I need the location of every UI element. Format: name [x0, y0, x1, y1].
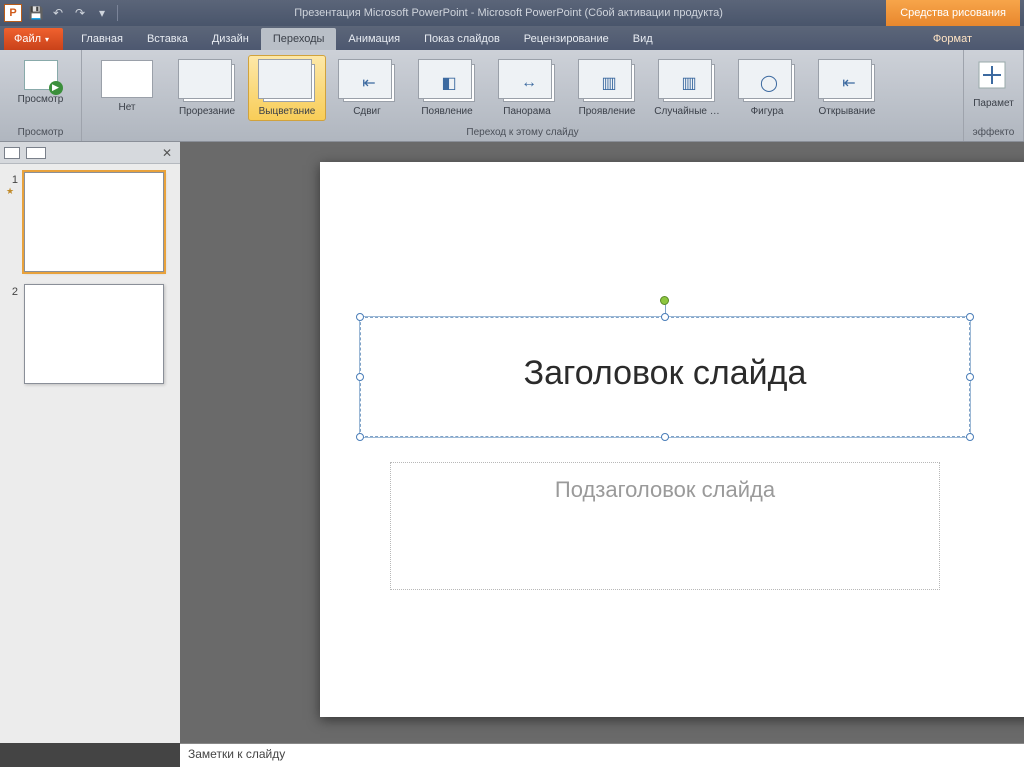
transition-none-icon: [101, 60, 153, 98]
resize-handle-ne[interactable]: [966, 313, 974, 321]
tab-transitions[interactable]: Переходы: [261, 28, 337, 50]
thumb-meta: 1 ★: [6, 172, 18, 272]
transition-fade[interactable]: Выцветание: [248, 55, 326, 121]
resize-handle-sw[interactable]: [356, 433, 364, 441]
window-title: Презентация Microsoft PowerPoint - Micro…: [131, 7, 886, 19]
transition-random[interactable]: ▥ Случайные …: [648, 55, 726, 121]
thumb-row: 1 ★: [6, 172, 174, 272]
transition-random-icon: ▥: [663, 64, 715, 102]
slide-canvas-area[interactable]: Заголовок слайда Подзаголовок слайда: [180, 142, 1024, 743]
slides-tab-icon[interactable]: [4, 147, 20, 159]
slide-thumbnail-1[interactable]: [24, 172, 164, 272]
transition-none[interactable]: Нет: [88, 55, 166, 121]
tab-format[interactable]: Формат: [921, 28, 984, 50]
transition-wipe-icon: ◧: [423, 64, 475, 102]
slide-thumbnails: 1 ★ 2: [0, 164, 180, 743]
transition-label: Панорама: [503, 106, 550, 117]
transition-label: Выцветание: [259, 106, 316, 117]
qat-dropdown-icon[interactable]: ▾: [92, 3, 112, 23]
resize-handle-n[interactable]: [661, 313, 669, 321]
rotation-handle[interactable]: [660, 296, 669, 305]
thumb-row: 2: [6, 284, 174, 384]
transition-push-icon: ⇤: [343, 64, 395, 102]
transition-shape-icon: ◯: [743, 64, 795, 102]
save-icon[interactable]: 💾: [26, 3, 46, 23]
effect-options-icon: [977, 60, 1011, 94]
transition-label: Сдвиг: [353, 106, 381, 117]
group-transitions-label: Переход к этому слайду: [82, 125, 963, 141]
group-transitions: Нет Прорезание Выцветание ⇤ Сдвиг ◧ Появ…: [82, 50, 964, 141]
group-preview-label: Просмотр: [0, 125, 81, 141]
tab-slideshow[interactable]: Показ слайдов: [412, 28, 512, 50]
resize-handle-s[interactable]: [661, 433, 669, 441]
ribbon: Просмотр Просмотр Нет Прорезание Выцвета…: [0, 50, 1024, 142]
group-effect-options: Парамет эффекто: [964, 50, 1024, 141]
subtitle-placeholder-text[interactable]: Подзаголовок слайда: [391, 463, 939, 503]
transition-cut-icon: [183, 64, 235, 102]
title-bar: P 💾 ↶ ↷ ▾ Презентация Microsoft PowerPoi…: [0, 0, 1024, 26]
tab-view[interactable]: Вид: [621, 28, 665, 50]
transition-label: Фигура: [751, 106, 784, 117]
resize-handle-se[interactable]: [966, 433, 974, 441]
transition-label: Нет: [118, 102, 135, 113]
resize-handle-e[interactable]: [966, 373, 974, 381]
slide-canvas[interactable]: Заголовок слайда Подзаголовок слайда: [320, 162, 1024, 717]
transition-uncover-icon: ⇤: [823, 64, 875, 102]
tab-insert[interactable]: Вставка: [135, 28, 200, 50]
file-tab[interactable]: Файл: [4, 28, 63, 50]
subtitle-textbox[interactable]: Подзаголовок слайда: [390, 462, 940, 590]
tab-design[interactable]: Дизайн: [200, 28, 261, 50]
slides-panel: ✕ 1 ★ 2: [0, 142, 180, 743]
transition-reveal[interactable]: ▥ Проявление: [568, 55, 646, 121]
transition-label: Проявление: [579, 106, 636, 117]
title-textbox[interactable]: Заголовок слайда: [360, 317, 970, 437]
selection-border: [359, 316, 971, 438]
resize-handle-nw[interactable]: [356, 313, 364, 321]
transition-label: Прорезание: [179, 106, 235, 117]
transition-star-icon: ★: [6, 186, 18, 197]
transition-label: Открывание: [819, 106, 876, 117]
outline-tab-icon[interactable]: [26, 147, 46, 159]
separator: [117, 5, 118, 21]
transition-reveal-icon: ▥: [583, 64, 635, 102]
quick-access-toolbar: 💾 ↶ ↷ ▾: [26, 3, 121, 23]
close-panel-icon[interactable]: ✕: [158, 146, 176, 160]
group-preview: Просмотр Просмотр: [0, 50, 82, 141]
transition-wipe[interactable]: ◧ Появление: [408, 55, 486, 121]
transition-split-icon: ↔: [503, 64, 555, 102]
transition-label: Случайные …: [654, 106, 719, 117]
slide-number: 2: [6, 284, 18, 384]
slide-number: 1: [6, 172, 18, 186]
preview-button[interactable]: Просмотр: [6, 55, 75, 121]
workspace: ✕ 1 ★ 2: [0, 142, 1024, 743]
transition-uncover[interactable]: ⇤ Открывание: [808, 55, 886, 121]
undo-icon[interactable]: ↶: [48, 3, 68, 23]
transition-split[interactable]: ↔ Панорама: [488, 55, 566, 121]
transition-shape[interactable]: ◯ Фигура: [728, 55, 806, 121]
panel-tabs: ✕: [0, 142, 180, 164]
preview-label: Просмотр: [18, 94, 64, 105]
notes-pane[interactable]: Заметки к слайду: [180, 743, 1024, 767]
preview-icon: [24, 60, 58, 90]
transition-push[interactable]: ⇤ Сдвиг: [328, 55, 406, 121]
slide-thumbnail-2[interactable]: [24, 284, 164, 384]
tab-review[interactable]: Рецензирование: [512, 28, 621, 50]
redo-icon[interactable]: ↷: [70, 3, 90, 23]
transition-label: Появление: [421, 106, 472, 117]
transition-fade-icon: [263, 64, 315, 102]
tab-animation[interactable]: Анимация: [336, 28, 412, 50]
transition-cut[interactable]: Прорезание: [168, 55, 246, 121]
ribbon-tabs: Файл Главная Вставка Дизайн Переходы Ани…: [0, 26, 1024, 50]
resize-handle-w[interactable]: [356, 373, 364, 381]
effect-options-label: Парамет: [973, 98, 1014, 109]
effect-options-button[interactable]: Парамет: [970, 55, 1017, 121]
app-icon: P: [4, 4, 22, 22]
drawing-tools-context-label: Средства рисования: [886, 0, 1020, 26]
group-effect-label: эффекто: [964, 125, 1023, 141]
tab-home[interactable]: Главная: [69, 28, 135, 50]
